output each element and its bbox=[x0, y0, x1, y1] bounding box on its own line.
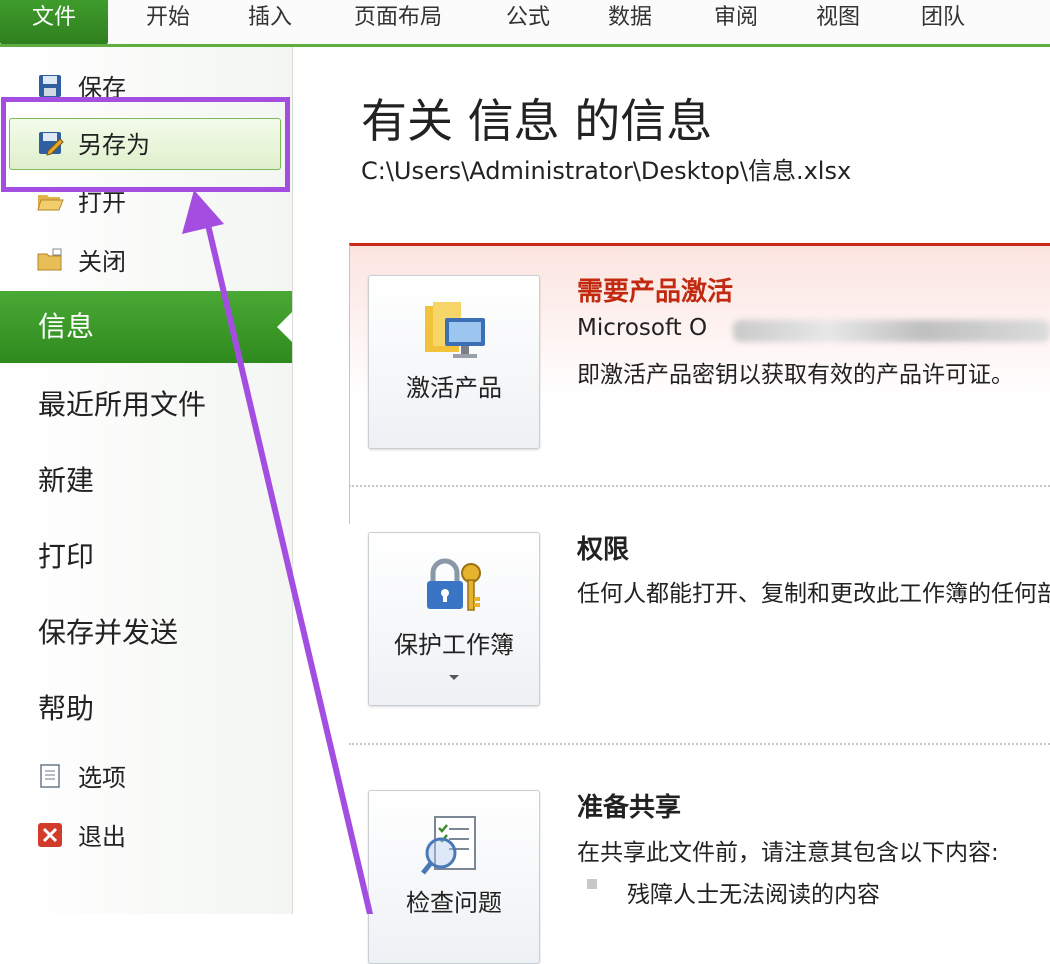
annotation-arrow bbox=[182, 190, 373, 914]
